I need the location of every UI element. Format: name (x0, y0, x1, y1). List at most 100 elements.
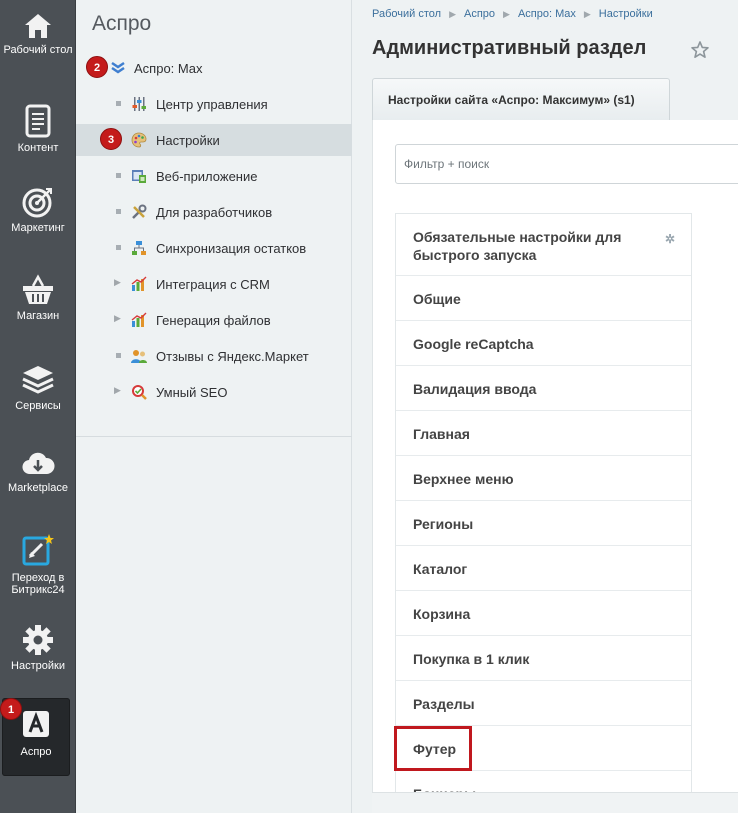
rail-label: Сервисы (15, 400, 61, 412)
expand-arrow-icon[interactable]: ▶ (114, 313, 121, 324)
rail-label: Рабочий стол (3, 44, 73, 56)
rail-item-settings[interactable]: Настройки (0, 624, 76, 672)
rail-item-services[interactable]: Сервисы (0, 364, 76, 412)
bitrix24-icon (22, 534, 54, 566)
tree-item-label: Центр управления (156, 97, 268, 112)
favorite-star-icon[interactable] (690, 40, 710, 60)
web-app-icon (132, 170, 146, 183)
pin-icon[interactable]: ✲ (665, 230, 675, 248)
rail-label: Переход в Битрикс24 (11, 572, 65, 596)
tree-item-label: Веб-приложение (156, 169, 258, 184)
settings-sections-list: Обязательные настройки для быстрого запу… (395, 213, 692, 813)
list-item-quick-start[interactable]: Обязательные настройки для быстрого запу… (396, 214, 691, 276)
tree-item-crm-integration[interactable]: ▶ Интеграция с CRM (76, 268, 352, 300)
bottom-strip (372, 792, 738, 813)
breadcrumb-separator-icon: ▶ (503, 9, 510, 19)
target-icon (22, 188, 52, 218)
bullet (116, 353, 121, 358)
breadcrumb-separator-icon: ▶ (449, 9, 456, 19)
list-item-label: Обязательные настройки для быстрого запу… (413, 229, 622, 263)
aspro-icon (23, 711, 49, 737)
sliders-icon (132, 97, 146, 111)
palette-icon (131, 132, 147, 148)
list-item-top-menu[interactable]: Верхнее меню (396, 456, 691, 501)
rail-label: Контент (17, 142, 59, 154)
chart-icon (131, 276, 147, 291)
tree-item-smart-seo[interactable]: ▶ Умный SEO (76, 376, 352, 408)
filter-search-box[interactable] (395, 144, 738, 184)
tree-item-label: Отзывы с Яндекс.Маркет (156, 349, 309, 364)
users-icon (131, 350, 147, 363)
list-item-main[interactable]: Главная (396, 411, 691, 456)
rail-item-shop[interactable]: Магазин (0, 274, 76, 322)
tree-item-label: Для разработчиков (156, 205, 273, 220)
breadcrumb-separator-icon: ▶ (583, 9, 591, 19)
list-item-cart[interactable]: Корзина (396, 591, 691, 636)
settings-content: Обязательные настройки для быстрого запу… (372, 120, 738, 813)
list-item-sections[interactable]: Разделы (396, 681, 691, 726)
list-item-input-validation[interactable]: Валидация ввода (396, 366, 691, 411)
rail-label: Настройки (11, 660, 65, 672)
bullet (116, 101, 121, 106)
rail-item-marketplace[interactable]: Marketplace (0, 450, 76, 494)
tree-item-label: Настройки (156, 133, 220, 148)
step-badge-1: 1 (0, 698, 22, 720)
tree-divider (76, 436, 352, 437)
list-item-catalog[interactable]: Каталог (396, 546, 691, 591)
home-icon (25, 14, 51, 38)
tree-item-label: Генерация файлов (156, 313, 271, 328)
tree-item-stock-sync[interactable]: Синхронизация остатков (76, 232, 352, 264)
hierarchy-icon (132, 241, 146, 255)
rail-label: Магазин (16, 310, 60, 322)
tree-item-yandex-reviews[interactable]: Отзывы с Яндекс.Маркет (76, 340, 352, 372)
rail-label: Маркетинг (11, 222, 65, 234)
tree-item-file-generation[interactable]: ▶ Генерация файлов (76, 304, 352, 336)
tree-item-developers[interactable]: Для разработчиков (76, 196, 352, 228)
tree-item-label: Интеграция с CRM (156, 277, 270, 292)
tree-item-aspro-max[interactable]: Аспро: Max (76, 52, 352, 84)
filter-search-input[interactable] (396, 145, 726, 183)
page-title: Административный раздел (372, 37, 647, 59)
list-item-one-click[interactable]: Покупка в 1 клик (396, 636, 691, 681)
tree-title: Аспро (92, 12, 152, 35)
main-area: Рабочий стол ▶ Аспро ▶ Аспро: Max ▶ Настройки … (352, 0, 738, 813)
cloud-download-icon (22, 452, 55, 475)
breadcrumb-link[interactable]: Настройки (599, 8, 653, 20)
list-item-recaptcha[interactable]: Google reCaptcha (396, 321, 691, 366)
list-item-regions[interactable]: Регионы (396, 501, 691, 546)
navigation-tree: Аспро Аспро: Max Центр управления Настро… (76, 0, 352, 813)
tree-item-control-center[interactable]: Центр управления (76, 88, 352, 120)
list-item-footer[interactable]: Футер (396, 726, 691, 771)
bullet (116, 209, 121, 214)
tools-icon (132, 204, 147, 219)
basket-icon (23, 274, 53, 304)
bullet (116, 245, 121, 250)
rail-item-content[interactable]: Контент (0, 104, 76, 154)
bullet (116, 173, 121, 178)
rail-item-desktop[interactable]: Рабочий стол (0, 12, 76, 56)
expand-arrow-icon[interactable]: ▶ (114, 385, 121, 396)
chart-icon (131, 312, 147, 327)
step-badge-2: 2 (86, 56, 108, 78)
tree-item-label: Аспро: Max (134, 61, 203, 76)
seo-search-icon (132, 385, 147, 400)
step-badge-3: 3 (100, 128, 122, 150)
tree-item-web-app[interactable]: Веб-приложение (76, 160, 352, 192)
expand-arrow-icon[interactable]: ▶ (114, 277, 121, 288)
rail-item-marketing[interactable]: Маркетинг (0, 186, 76, 234)
breadcrumb-link[interactable]: Рабочий стол (372, 8, 441, 20)
breadcrumb-link[interactable]: Аспро: Max (518, 8, 576, 20)
document-icon (25, 104, 51, 138)
tree-item-label: Синхронизация остатков (156, 241, 307, 256)
list-item-general[interactable]: Общие (396, 276, 691, 321)
tab-site-settings[interactable]: Настройки сайта «Аспро: Максимум» (s1) (372, 78, 670, 120)
gear-icon (23, 625, 53, 655)
rail-item-bitrix24[interactable]: Переход в Битрикс24 (0, 532, 76, 596)
rail-label: Marketplace (8, 482, 68, 494)
left-icon-rail: Рабочий стол Контент Маркетинг Магазин С… (0, 0, 76, 813)
layers-icon (22, 366, 54, 394)
breadcrumb-link[interactable]: Аспро (464, 8, 495, 20)
aspro-chevron-icon (111, 61, 125, 74)
tree-item-label: Умный SEO (156, 385, 228, 400)
rail-label: Аспро (20, 746, 52, 758)
